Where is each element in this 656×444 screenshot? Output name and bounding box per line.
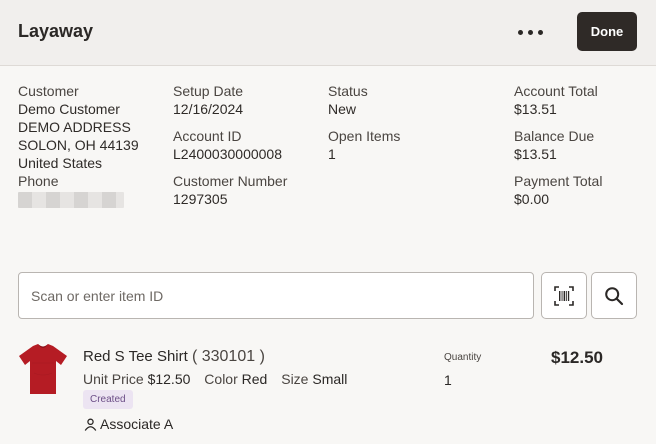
customer-label: Customer — [18, 83, 79, 99]
item-code: ( 330101 ) — [191, 348, 265, 365]
open-items-label: Open Items — [328, 128, 401, 144]
account-total-value: $13.51 — [514, 101, 557, 117]
payment-total-label: Payment Total — [514, 173, 603, 189]
more-dot — [537, 29, 543, 35]
item-price: $12.50 — [551, 348, 603, 367]
payment-total-value: $0.00 — [514, 191, 550, 207]
size-value: Small — [312, 371, 348, 387]
status-section: Status New Open Items 1 — [328, 82, 400, 163]
page-title: Layaway — [18, 21, 94, 41]
search-button[interactable] — [591, 272, 637, 319]
balance-due-label: Balance Due — [514, 128, 595, 144]
barcode-scan-icon — [554, 285, 574, 306]
item-search-field[interactable] — [18, 272, 534, 319]
customer-section: Customer Demo Customer DEMO ADDRESS SOLO… — [18, 82, 139, 208]
unit-price-label: Unit Price — [83, 371, 144, 387]
item-name-text: Red S Tee Shirt — [83, 348, 188, 365]
barcode-scan-button[interactable] — [541, 272, 587, 319]
quantity-value: 1 — [444, 372, 452, 388]
customer-country: United States — [18, 155, 103, 171]
tshirt-image — [19, 344, 67, 394]
item-name: Red S Tee Shirt ( 330101 ) — [83, 348, 265, 366]
customer-address-line1: DEMO ADDRESS — [18, 119, 131, 135]
done-button[interactable]: Done — [577, 12, 637, 51]
status-label: Status — [328, 83, 368, 99]
item-attributes: Unit Price $12.50 Color Red Size Small — [83, 371, 347, 387]
account-total-label: Account Total — [514, 83, 598, 99]
more-horizontal-icon — [517, 29, 523, 35]
unit-price-value: $12.50 — [147, 371, 191, 387]
header-bar: Layaway Done — [0, 0, 656, 66]
setup-section: Setup Date 12/16/2024 Account ID L240003… — [173, 82, 287, 208]
color-value: Red — [241, 371, 268, 387]
color-label: Color — [204, 371, 238, 387]
status-badge: Created — [83, 390, 133, 409]
phone-label: Phone — [18, 173, 59, 189]
phone-value-redacted — [18, 192, 124, 208]
more-options-button[interactable] — [510, 18, 550, 46]
open-items-value: 1 — [328, 146, 336, 162]
more-dot — [527, 29, 533, 35]
setup-date-label: Setup Date — [173, 83, 244, 99]
person-icon — [84, 418, 97, 431]
account-id-label: Account ID — [173, 128, 242, 144]
search-icon — [605, 286, 624, 305]
account-id-value: L2400030000008 — [173, 146, 283, 162]
item-search-input[interactable] — [31, 287, 533, 304]
customer-number-value: 1297305 — [173, 191, 228, 207]
setup-date-value: 12/16/2024 — [173, 101, 244, 117]
customer-address-line2: SOLON, OH 44139 — [18, 137, 139, 153]
size-label: Size — [281, 371, 309, 387]
associate: Associate A — [84, 416, 173, 432]
customer-number-label: Customer Number — [173, 173, 288, 189]
quantity-label: Quantity — [444, 352, 482, 363]
associate-name: Associate A — [100, 416, 174, 432]
customer-name: Demo Customer — [18, 101, 120, 117]
status-value: New — [328, 101, 357, 117]
balance-due-value: $13.51 — [514, 146, 557, 162]
totals-section: Account Total $13.51 Balance Due $13.51 … — [514, 82, 602, 208]
